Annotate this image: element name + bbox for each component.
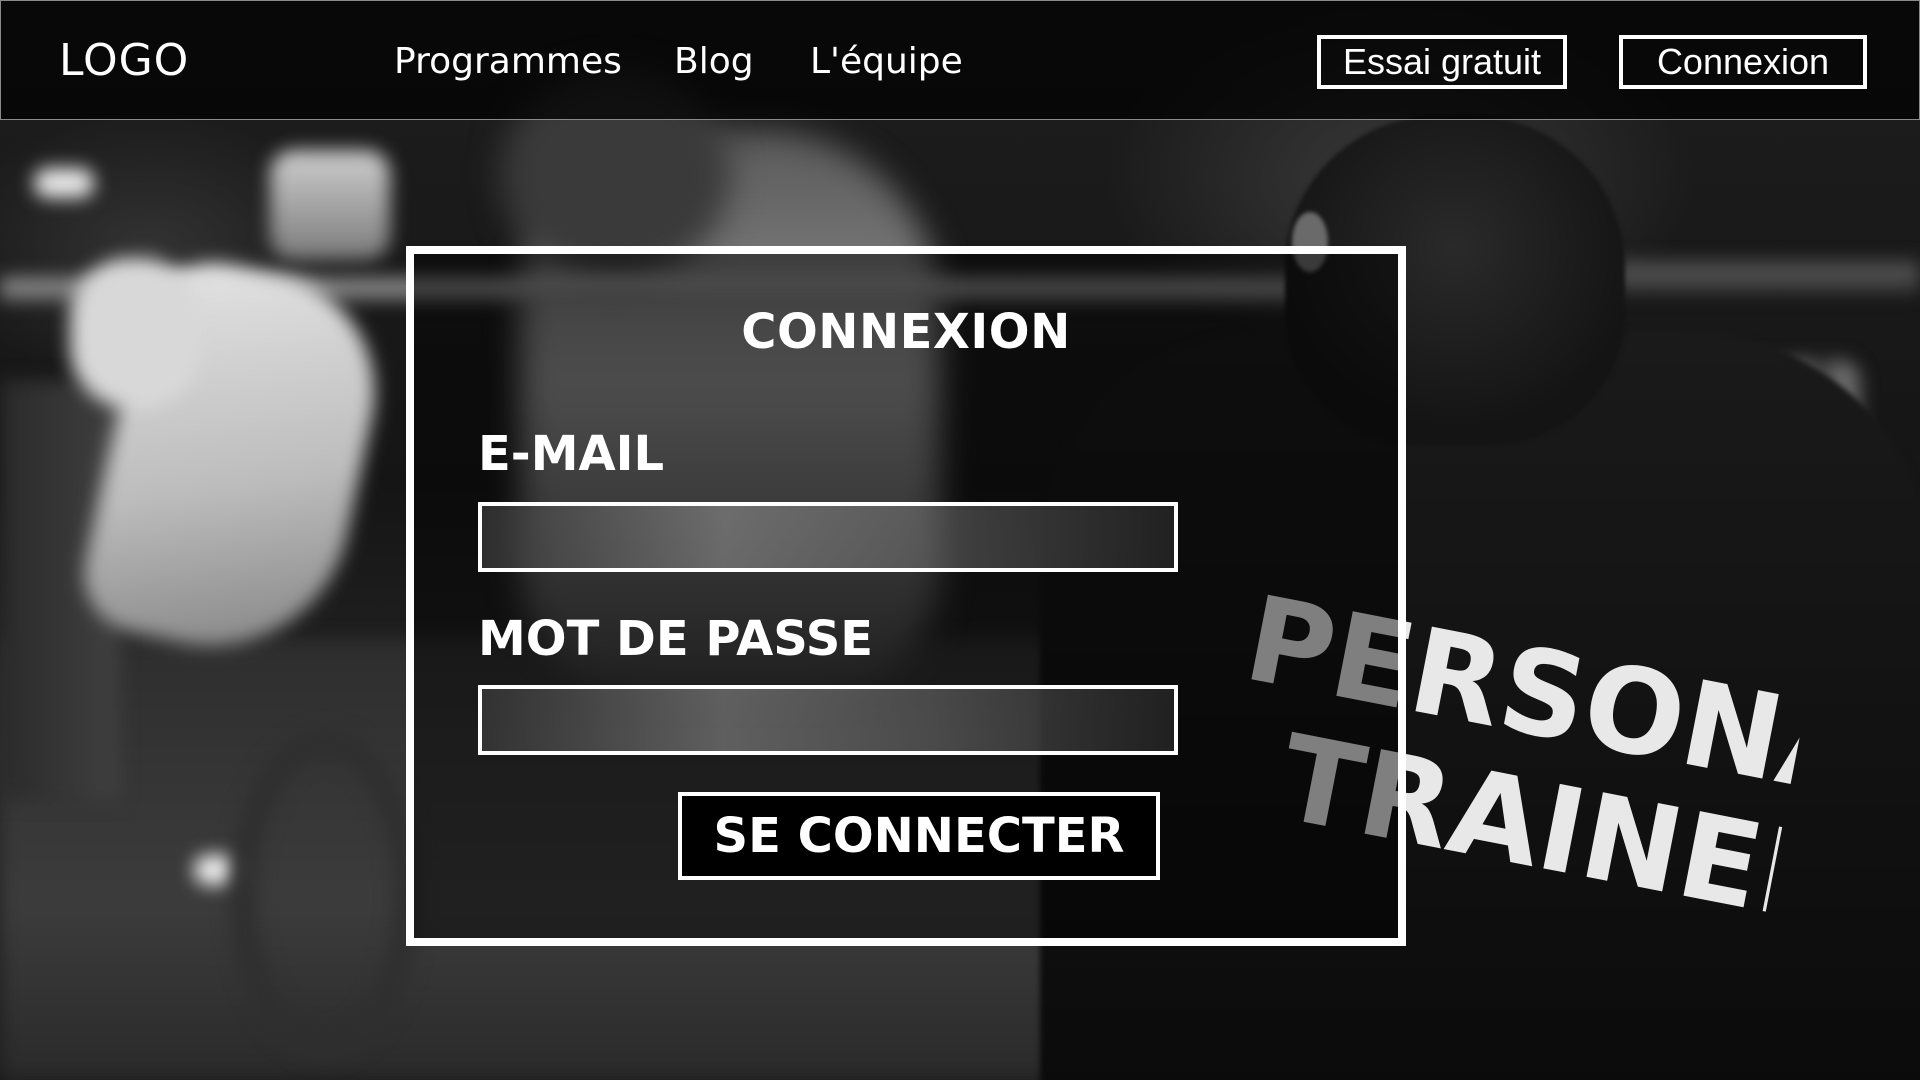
header-login-button[interactable]: Connexion bbox=[1619, 35, 1867, 89]
nav-link-blog[interactable]: Blog bbox=[674, 41, 754, 82]
login-card: CONNEXION E-MAIL MOT DE PASSE SE CONNECT… bbox=[406, 246, 1406, 946]
photo-hand bbox=[70, 258, 200, 408]
login-title: CONNEXION bbox=[741, 304, 1071, 360]
top-navigation-bar: LOGO Programmes Blog L'équipe Essai grat… bbox=[0, 0, 1920, 120]
email-label: E-MAIL bbox=[478, 426, 665, 482]
photo-weight bbox=[230, 730, 420, 1060]
free-trial-button[interactable]: Essai gratuit bbox=[1317, 35, 1567, 89]
email-field[interactable] bbox=[478, 502, 1178, 572]
nav-link-programmes[interactable]: Programmes bbox=[394, 41, 622, 82]
photo-plate bbox=[270, 150, 390, 260]
login-page: PERSONALTRAINER LOGO Programmes Blog L'é… bbox=[0, 0, 1920, 1080]
nav-link-team[interactable]: L'équipe bbox=[810, 41, 963, 82]
submit-login-button[interactable]: SE CONNECTER bbox=[678, 792, 1160, 880]
password-label: MOT DE PASSE bbox=[478, 611, 874, 667]
logo[interactable]: LOGO bbox=[59, 35, 189, 86]
password-field[interactable] bbox=[478, 685, 1178, 755]
photo-light bbox=[34, 168, 94, 198]
